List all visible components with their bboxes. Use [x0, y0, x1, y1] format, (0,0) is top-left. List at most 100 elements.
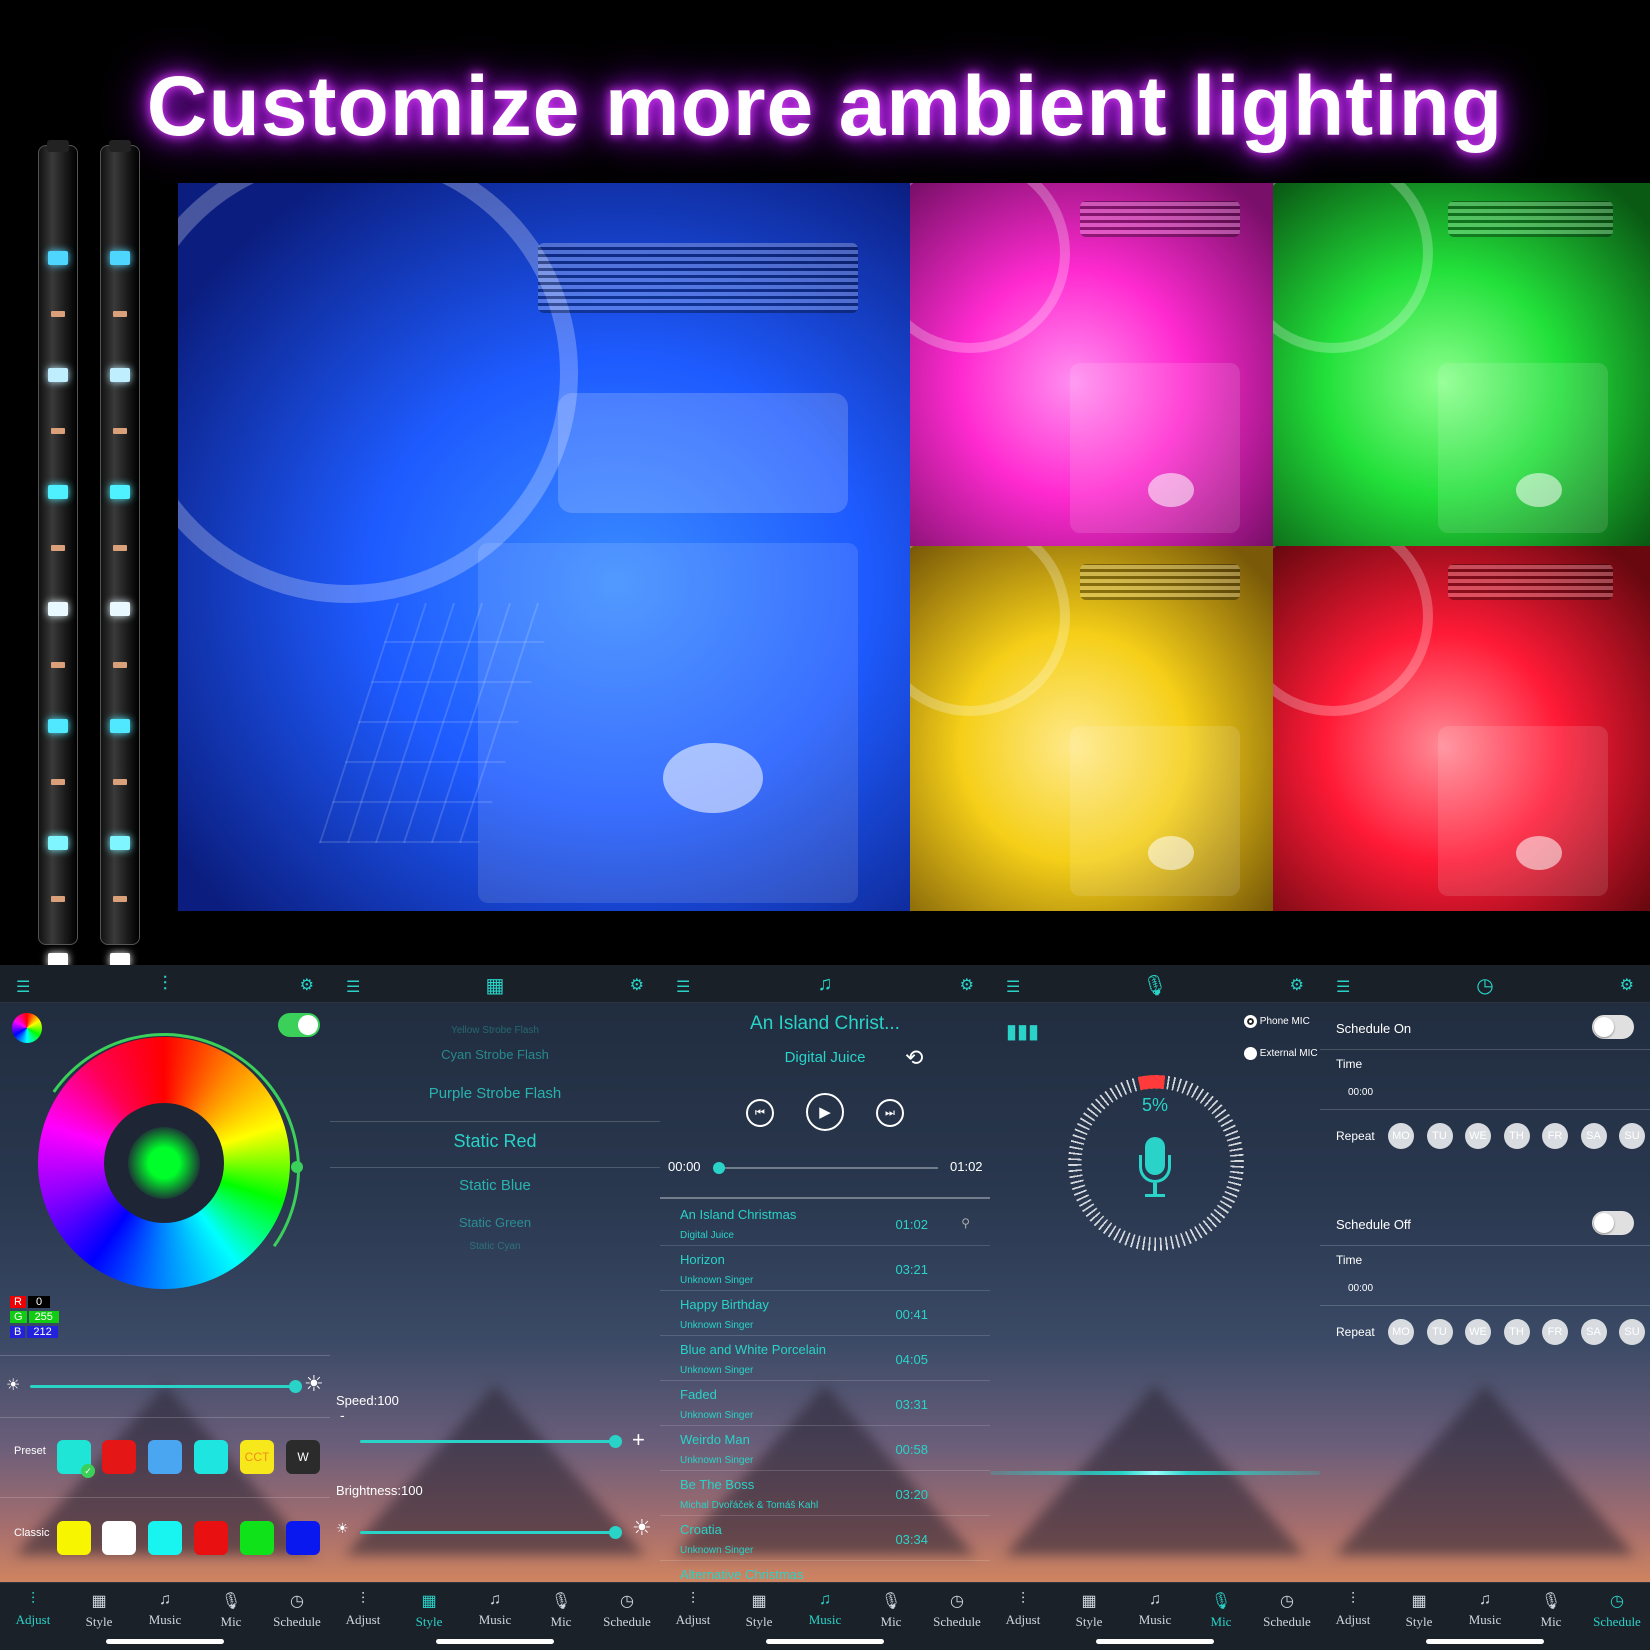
nav-mic[interactable]: 🎙︎ Mic [858, 1591, 924, 1630]
nav-schedule[interactable]: ◷ Schedule [924, 1591, 990, 1630]
progress-track[interactable] [713, 1162, 938, 1174]
mode-item[interactable]: Purple Strobe Flash [330, 1085, 660, 1102]
gear-icon[interactable]: ⚙ [630, 975, 644, 995]
repeat-icon[interactable]: ⟲ [905, 1045, 923, 1071]
nav-mic[interactable]: 🎙︎ Mic [1518, 1591, 1584, 1630]
menu-icon[interactable]: ☰ [16, 977, 30, 997]
day-toggle-sa[interactable]: SA [1580, 1319, 1607, 1345]
menu-icon[interactable]: ☰ [1336, 977, 1350, 997]
day-toggle-th[interactable]: TH [1503, 1123, 1530, 1149]
classic-swatch-red[interactable] [194, 1521, 228, 1555]
nav-music[interactable]: ♫ Music [462, 1591, 528, 1628]
play-button[interactable]: ▶ [806, 1093, 844, 1131]
previous-button[interactable]: ⏮ [746, 1099, 774, 1127]
gear-icon[interactable]: ⚙ [1290, 975, 1304, 995]
nav-music[interactable]: ♫ Music [1122, 1591, 1188, 1628]
nav-schedule[interactable]: ◷ Schedule [1254, 1591, 1320, 1630]
power-toggle[interactable] [278, 1013, 320, 1037]
song-row[interactable]: Weirdo Man Unknown Singer 00:58 [660, 1426, 990, 1471]
nav-adjust[interactable]: ⫶ Adjust [660, 1591, 726, 1628]
nav-mic[interactable]: 🎙︎ Mic [1188, 1591, 1254, 1630]
next-button[interactable]: ⏭ [876, 1099, 904, 1127]
color-picker-icon[interactable] [12, 1013, 42, 1043]
mode-item[interactable]: Static Green [330, 1215, 660, 1230]
nav-schedule[interactable]: ◷ Schedule [1584, 1591, 1650, 1630]
preset-swatch-blue[interactable] [148, 1440, 182, 1474]
schedule-on-toggle[interactable] [1592, 1015, 1634, 1039]
day-toggle-fr[interactable]: FR [1542, 1123, 1568, 1149]
day-toggle-tu[interactable]: TU [1426, 1123, 1453, 1149]
nav-adjust[interactable]: ⫶ Adjust [990, 1591, 1056, 1628]
minus-icon[interactable]: - [340, 1407, 345, 1423]
song-row[interactable]: An Island Christmas Digital Juice 01:02 ⚲ [660, 1201, 990, 1246]
nav-adjust[interactable]: ⫶ Adjust [1320, 1591, 1386, 1628]
nav-music[interactable]: ♫ Music [132, 1591, 198, 1628]
phone-mic-option[interactable]: Phone MIC [1244, 1015, 1310, 1028]
time-value[interactable]: 00:00 [1348, 1087, 1373, 1098]
equalizer-icon[interactable]: ▮▮▮ [1006, 1019, 1039, 1044]
day-toggle-su[interactable]: SU [1619, 1319, 1645, 1345]
preset-swatch-cct[interactable]: CCT [240, 1440, 274, 1474]
brightness-arc[interactable] [6, 1011, 322, 1327]
preset-swatch-red[interactable] [102, 1440, 136, 1474]
nav-music[interactable]: ♫ Music [1452, 1591, 1518, 1628]
gear-icon[interactable]: ⚙ [1620, 975, 1634, 995]
nav-style[interactable]: ▦ Style [726, 1591, 792, 1630]
arc-thumb[interactable] [291, 1161, 303, 1173]
nav-style[interactable]: ▦ Style [1056, 1591, 1122, 1630]
preset-swatch-w[interactable]: W [286, 1440, 320, 1474]
microphone-icon[interactable] [1139, 1137, 1171, 1201]
classic-swatch-yellow[interactable] [57, 1521, 91, 1555]
nav-schedule[interactable]: ◷ Schedule [594, 1591, 660, 1630]
gear-icon[interactable]: ⚙ [300, 975, 314, 995]
song-row[interactable]: Croatia Unknown Singer 03:34 [660, 1516, 990, 1561]
nav-mic[interactable]: 🎙︎ Mic [198, 1591, 264, 1630]
nav-adjust[interactable]: ⫶ Adjust [330, 1591, 396, 1628]
classic-swatch-blue[interactable] [286, 1521, 320, 1555]
nav-style[interactable]: ▦ Style [66, 1591, 132, 1630]
nav-adjust[interactable]: ⫶ Adjust [0, 1591, 66, 1628]
speed-slider[interactable] [360, 1435, 622, 1448]
day-toggle-th[interactable]: TH [1503, 1319, 1530, 1345]
schedule-off-toggle[interactable] [1592, 1211, 1634, 1235]
time-value[interactable]: 00:00 [1348, 1283, 1373, 1294]
day-toggle-we[interactable]: WE [1465, 1123, 1491, 1149]
classic-swatch-green[interactable] [240, 1521, 274, 1555]
nav-style[interactable]: ▦ Style [396, 1591, 462, 1630]
gear-icon[interactable]: ⚙ [960, 975, 974, 995]
mode-item[interactable]: Static Cyan [330, 1241, 660, 1252]
mode-item[interactable]: Cyan Strobe Flash [330, 1047, 660, 1062]
nav-music[interactable]: ♫ Music [792, 1591, 858, 1628]
progress-thumb[interactable] [713, 1162, 725, 1174]
day-toggle-mo[interactable]: MO [1388, 1123, 1414, 1149]
menu-icon[interactable]: ☰ [346, 977, 360, 997]
song-row[interactable]: Faded Unknown Singer 03:31 [660, 1381, 990, 1426]
nav-mic[interactable]: 🎙︎ Mic [528, 1591, 594, 1630]
song-row[interactable]: Be The Boss Michal Dvořáček & Tomáš Kahl 0… [660, 1471, 990, 1516]
mode-item[interactable]: Static Blue [330, 1177, 660, 1194]
preset-swatch-aqua[interactable] [194, 1440, 228, 1474]
nav-schedule[interactable]: ◷ Schedule [264, 1591, 330, 1630]
nav-style[interactable]: ▦ Style [1386, 1591, 1452, 1630]
preset-swatch-cyan[interactable]: ✓ [57, 1440, 95, 1478]
day-toggle-sa[interactable]: SA [1580, 1123, 1607, 1149]
menu-icon[interactable]: ☰ [1006, 977, 1020, 997]
mode-item[interactable]: Yellow Strobe Flash [330, 1025, 660, 1036]
day-toggle-we[interactable]: WE [1465, 1319, 1491, 1345]
song-row[interactable]: Happy Birthday Unknown Singer 00:41 [660, 1291, 990, 1336]
song-row[interactable]: Alternative Christmas [660, 1561, 990, 1582]
brightness-slider[interactable] [30, 1380, 302, 1393]
mode-item-selected[interactable]: Static Red [330, 1131, 660, 1152]
song-row[interactable]: Horizon Unknown Singer 03:21 [660, 1246, 990, 1291]
brightness-slider[interactable] [360, 1526, 622, 1539]
classic-swatch-cyan[interactable] [148, 1521, 182, 1555]
day-toggle-fr[interactable]: FR [1542, 1319, 1568, 1345]
day-toggle-tu[interactable]: TU [1426, 1319, 1453, 1345]
menu-icon[interactable]: ☰ [676, 977, 690, 997]
plus-icon[interactable]: + [632, 1427, 645, 1453]
day-toggle-mo[interactable]: MO [1388, 1319, 1414, 1345]
song-row[interactable]: Blue and White Porcelain Unknown Singer 04… [660, 1336, 990, 1381]
external-mic-option[interactable]: External MIC [1244, 1047, 1318, 1060]
day-toggle-su[interactable]: SU [1619, 1123, 1645, 1149]
classic-swatch-white[interactable] [102, 1521, 136, 1555]
